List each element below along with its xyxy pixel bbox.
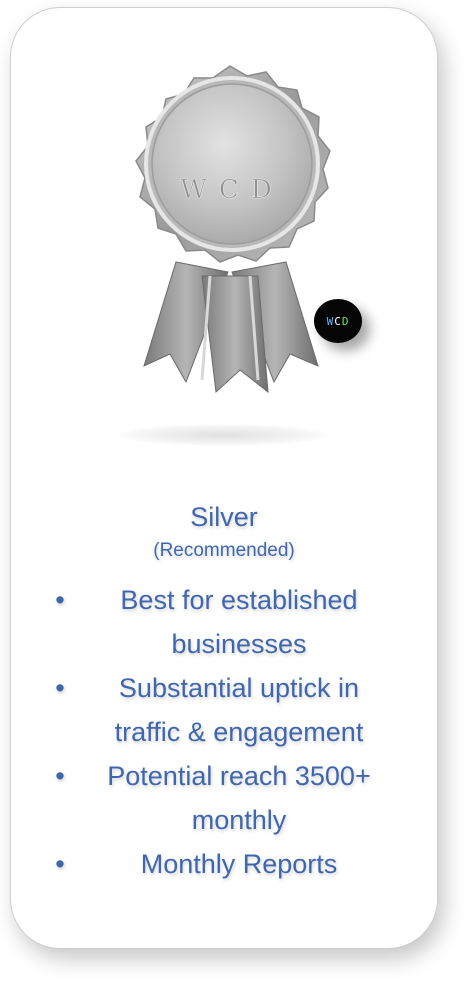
feature-item: • Monthly Reports	[0, 842, 476, 886]
feature-text: Substantial uptick in traffic & engageme…	[114, 673, 364, 747]
wcd-logo-badge: W C D	[314, 299, 362, 343]
plan-title: Silver	[190, 502, 258, 532]
badge-letter-w: W	[326, 314, 335, 328]
ribbon-tails	[143, 261, 319, 394]
bullet-icon: •	[55, 849, 65, 879]
bullet-icon: •	[55, 761, 65, 791]
plan-subtitle: (Recommended)	[153, 540, 295, 561]
bullet-icon: •	[55, 673, 65, 703]
feature-text: Monthly Reports	[140, 849, 338, 879]
medal-engraving: WCD	[180, 175, 283, 205]
feature-list: • Best for established businesses • Subs…	[0, 578, 476, 886]
feature-item: • Substantial uptick in traffic & engage…	[0, 666, 476, 754]
feature-text: Best for established businesses	[120, 585, 358, 659]
badge-letter-d: D	[341, 314, 350, 328]
feature-text: Potential reach 3500+ monthly	[107, 761, 371, 835]
badge-letter-c: C	[334, 314, 342, 328]
bullet-icon: •	[55, 585, 65, 615]
feature-item: • Best for established businesses	[0, 578, 476, 666]
silver-medal-icon: WCD	[90, 62, 370, 452]
feature-item: • Potential reach 3500+ monthly	[0, 754, 476, 842]
